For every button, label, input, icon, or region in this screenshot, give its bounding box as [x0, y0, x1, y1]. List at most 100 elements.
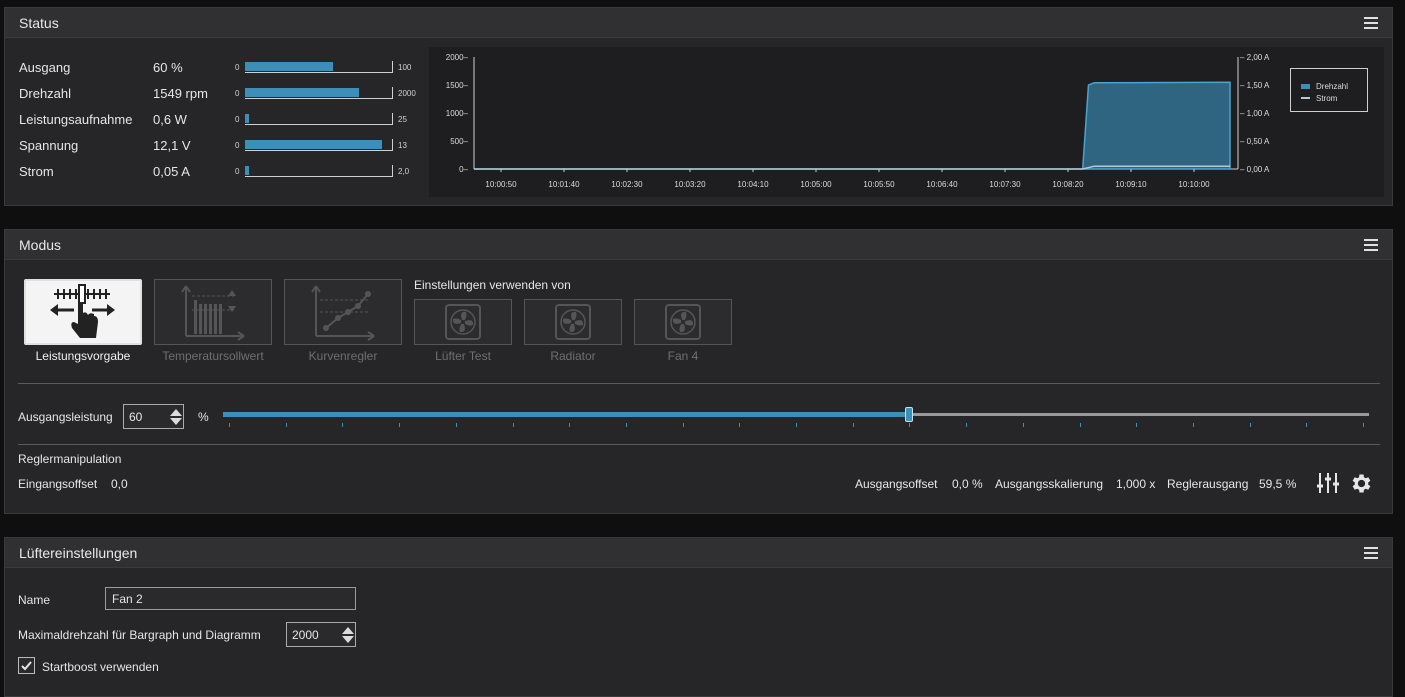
status-bar-fill — [245, 88, 359, 97]
chart-right-tick-label: – 0,50 A — [1240, 137, 1270, 146]
status-menu-icon[interactable] — [1364, 16, 1378, 29]
bar-max-label: 2000 — [398, 88, 416, 98]
controller-output-value: 59,5 % — [1259, 477, 1297, 491]
bar-max-label: 25 — [398, 114, 407, 124]
input-offset-value: 0,0 — [111, 477, 128, 491]
source-fan-4-button[interactable] — [634, 299, 732, 345]
chart-left-tick-label: 0– — [459, 165, 468, 174]
output-offset-label: Ausgangsoffset — [855, 477, 938, 491]
legend-item-drehzahl: Drehzahl — [1301, 80, 1367, 92]
sliders-icon[interactable] — [1316, 471, 1340, 495]
slider-fill — [223, 412, 905, 417]
manipulation-heading: Reglermanipulation — [18, 452, 122, 466]
modus-header: Modus — [5, 230, 1392, 260]
bar-max-label: 13 — [398, 140, 407, 150]
status-bar-fill — [245, 62, 334, 71]
source-radiator-button[interactable] — [524, 299, 622, 345]
chart-x-tick-label: 10:06:40 — [926, 180, 958, 189]
status-chart-svg: 2000– – 2,00 A 1500– – 1,50 A 1000– – 1,00 A 5… — [446, 53, 1270, 189]
curve-controller-icon — [311, 285, 375, 341]
power-setpoint-icon — [50, 284, 115, 338]
status-bar — [245, 61, 393, 73]
slider-tick — [399, 423, 401, 427]
status-row: Leistungsaufnahme 0,6 W 0 25 — [19, 109, 407, 129]
name-input[interactable]: Fan 2 — [105, 587, 356, 610]
status-row-label: Ausgang — [19, 59, 71, 75]
luefter-menu-icon[interactable] — [1364, 546, 1378, 559]
slider-tick — [1022, 423, 1024, 427]
slider-tick — [682, 423, 684, 427]
startboost-checkbox[interactable] — [18, 657, 35, 674]
legend-item-strom: Strom — [1301, 92, 1367, 104]
chart-series-drehzahl — [474, 81, 1231, 170]
status-row-value: 1549 rpm — [153, 85, 208, 101]
mode-leistungsvorgabe-label: Leistungsvorgabe — [35, 349, 131, 363]
gear-icon[interactable] — [1349, 471, 1374, 496]
chart-x-tick-label: 10:00:50 — [485, 180, 517, 189]
chart-x-tick-label: 10:08:20 — [1052, 180, 1084, 189]
status-bar — [245, 113, 393, 125]
output-power-unit: % — [198, 410, 209, 424]
chart-x-tick-label: 10:03:20 — [674, 180, 706, 189]
legend-swatch-strom — [1301, 97, 1310, 99]
spin-arrows-icon[interactable] — [169, 408, 183, 425]
slider-tick — [1192, 423, 1194, 427]
status-row-value: 12,1 V — [153, 137, 191, 153]
legend-swatch-drehzahl — [1301, 83, 1310, 89]
modus-menu-icon[interactable] — [1364, 238, 1378, 251]
output-scale-label: Ausgangsskalierung — [995, 477, 1104, 491]
slider-tick — [1136, 423, 1138, 427]
sources-heading: Einstellungen verwenden von — [414, 278, 571, 292]
output-power-slider[interactable] — [223, 404, 1369, 430]
slider-tick — [512, 423, 514, 427]
mode-temperatursollwert-button[interactable] — [154, 279, 272, 345]
status-row-value: 0,05 A — [153, 163, 190, 179]
mode-leistungsvorgabe-button[interactable] — [24, 279, 142, 345]
controller-output-label: Reglerausgang — [1167, 477, 1249, 491]
chart-legend: Drehzahl Strom — [1290, 68, 1368, 112]
bar-min-label: 0 — [235, 62, 240, 72]
slider-ticks — [223, 423, 1369, 427]
source-luefter-test-button[interactable] — [414, 299, 512, 345]
slider-tick — [625, 423, 627, 427]
max-rpm-label: Maximaldrehzahl für Bargraph und Diagram… — [18, 628, 261, 642]
status-row: Ausgang 60 % 0 100 — [19, 57, 411, 77]
status-row-label: Strom — [19, 163, 54, 179]
bar-min-label: 0 — [235, 88, 240, 98]
status-row: Spannung 12,1 V 0 13 — [19, 135, 407, 155]
slider-tick — [739, 423, 741, 427]
slider-tick — [342, 423, 344, 427]
fan-icon — [555, 304, 591, 340]
status-row-label: Leistungsaufnahme — [19, 111, 133, 127]
max-rpm-spinbox[interactable]: 2000 — [286, 622, 356, 647]
chart-x-tick-label: 10:09:10 — [1115, 180, 1147, 189]
status-panel: Status Ausgang 60 % 0 100 Drehzahl 1549 rpm 0 2… — [4, 7, 1393, 206]
status-bar — [245, 139, 393, 151]
bar-min-label: 0 — [235, 140, 240, 150]
output-power-spinbox[interactable]: 60 — [123, 404, 184, 429]
source-radiator-label: Radiator — [550, 349, 596, 363]
status-bar-fill — [245, 166, 249, 175]
chart-left-tick-label: 1000– — [446, 109, 469, 118]
source-luefter-test-label: Lüfter Test — [435, 349, 491, 363]
chart-right-tick-label: – 0,00 A — [1240, 165, 1270, 174]
luefter-header: Lüftereinstellungen — [5, 538, 1392, 568]
slider-tick — [796, 423, 797, 427]
input-offset-label: Eingangsoffset — [18, 477, 98, 491]
status-header: Status — [5, 8, 1392, 38]
legend-label-drehzahl: Drehzahl — [1316, 81, 1349, 91]
slider-tick — [1306, 423, 1308, 427]
chart-right-tick-label: – 1,50 A — [1240, 81, 1270, 90]
spin-arrows-icon[interactable] — [341, 626, 355, 643]
chart-x-tick-label: 10:04:10 — [737, 180, 769, 189]
mode-kurvenregler-button[interactable] — [284, 279, 402, 345]
slider-handle[interactable] — [904, 407, 913, 422]
slider-tick — [1249, 423, 1251, 427]
startboost-label: Startboost verwenden — [42, 660, 159, 674]
chart-x-tick-label: 10:05:00 — [800, 180, 832, 189]
slider-tick — [1363, 423, 1364, 427]
luefter-panel: Lüftereinstellungen Name Fan 2 Maximaldr… — [4, 537, 1393, 697]
status-bar — [245, 165, 393, 177]
chart-x-tick-label: 10:01:40 — [548, 180, 580, 189]
fan-icon — [665, 304, 701, 340]
